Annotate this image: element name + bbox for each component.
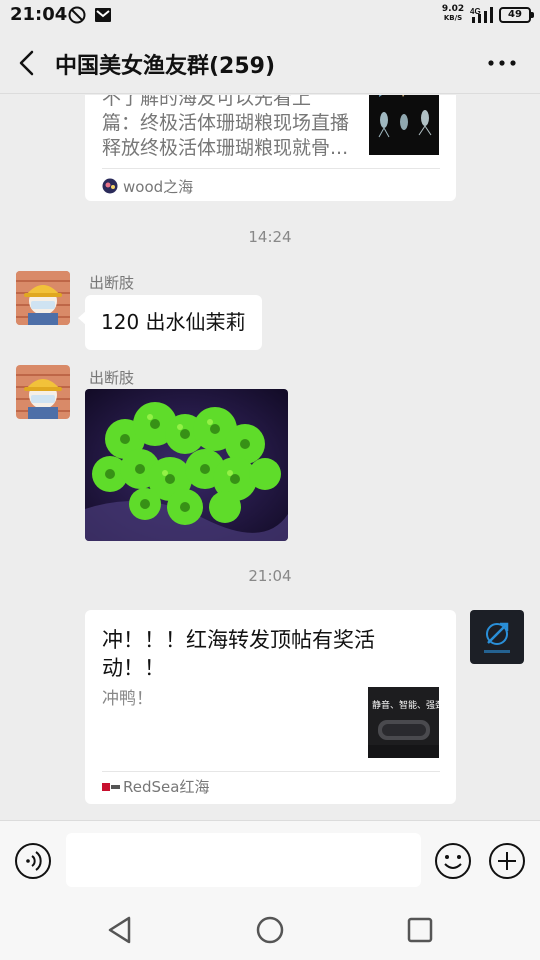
shared-article-card[interactable]: 冲！！！红海转发顶帖有奖活 动！！ 冲鸭！ 静音、智能、强劲 RedSea红海 xyxy=(85,610,456,804)
nav-back-icon[interactable] xyxy=(102,912,138,948)
article-thumbnail xyxy=(369,95,439,155)
card-divider xyxy=(102,771,440,772)
article-title-line1: 冲！！！红海转发顶帖有奖活 xyxy=(102,628,375,652)
plus-icon[interactable] xyxy=(488,842,526,880)
article-desc-line2: 释放终极活体珊瑚粮现就骨... xyxy=(102,137,349,159)
self-avatar[interactable] xyxy=(470,610,524,664)
status-bar: 21:04 9.02 KB/S 4G 49 xyxy=(0,0,540,30)
card-divider xyxy=(102,168,440,169)
chat-header: 中国美女渔友群(259) xyxy=(0,30,540,94)
article-desc-line1: 篇：终极活体珊瑚粮现场直播 xyxy=(102,112,350,134)
input-bar xyxy=(0,820,540,900)
sender-name: 出断肢 xyxy=(89,369,135,387)
pump-device-icon xyxy=(368,720,439,758)
more-dots-icon[interactable] xyxy=(482,46,522,80)
avatar[interactable] xyxy=(16,271,70,325)
signal-icon: 4G xyxy=(470,7,493,23)
emoji-icon[interactable] xyxy=(434,842,472,880)
article-source: wood之海 xyxy=(123,178,194,196)
article-thumbnail: 静音、智能、强劲 xyxy=(368,687,439,758)
mail-icon xyxy=(95,8,111,22)
back-chevron-icon[interactable] xyxy=(10,46,44,80)
system-nav-bar xyxy=(0,900,540,960)
voice-icon[interactable] xyxy=(14,842,52,880)
sender-name: 出断肢 xyxy=(89,274,135,292)
redsea-source-icon xyxy=(102,783,120,791)
wood-source-icon xyxy=(102,178,118,194)
shared-article-card[interactable]: 不了解的海友可以先看上 篇：终极活体珊瑚粮现场直播 释放终极活体珊瑚粮现就骨..… xyxy=(85,95,456,201)
message-input[interactable] xyxy=(66,833,421,887)
article-desc: 冲鸭！ xyxy=(102,689,153,709)
time-separator: 21:04 xyxy=(248,567,292,585)
nav-recents-icon[interactable] xyxy=(402,912,438,948)
net-speed: 9.02 KB/S xyxy=(441,4,465,23)
status-time: 21:04 xyxy=(10,4,68,25)
nav-home-icon[interactable] xyxy=(252,912,288,948)
time-separator: 14:24 xyxy=(248,228,292,246)
message-text: 120 出水仙茉莉 xyxy=(101,310,246,334)
text-message-bubble[interactable]: 120 出水仙茉莉 xyxy=(78,295,262,350)
avatar[interactable] xyxy=(16,365,70,419)
battery-icon: 49 xyxy=(499,7,534,23)
article-title-line2: 动！！ xyxy=(102,656,165,680)
message-list[interactable]: 不了解的海友可以先看上 篇：终极活体珊瑚粮现场直播 释放终极活体珊瑚粮现就骨..… xyxy=(0,95,540,820)
alarm-icon xyxy=(68,6,86,24)
article-source: RedSea红海 xyxy=(123,778,210,796)
coral-photo[interactable] xyxy=(85,389,288,541)
chat-title: 中国美女渔友群(259) xyxy=(55,54,276,79)
